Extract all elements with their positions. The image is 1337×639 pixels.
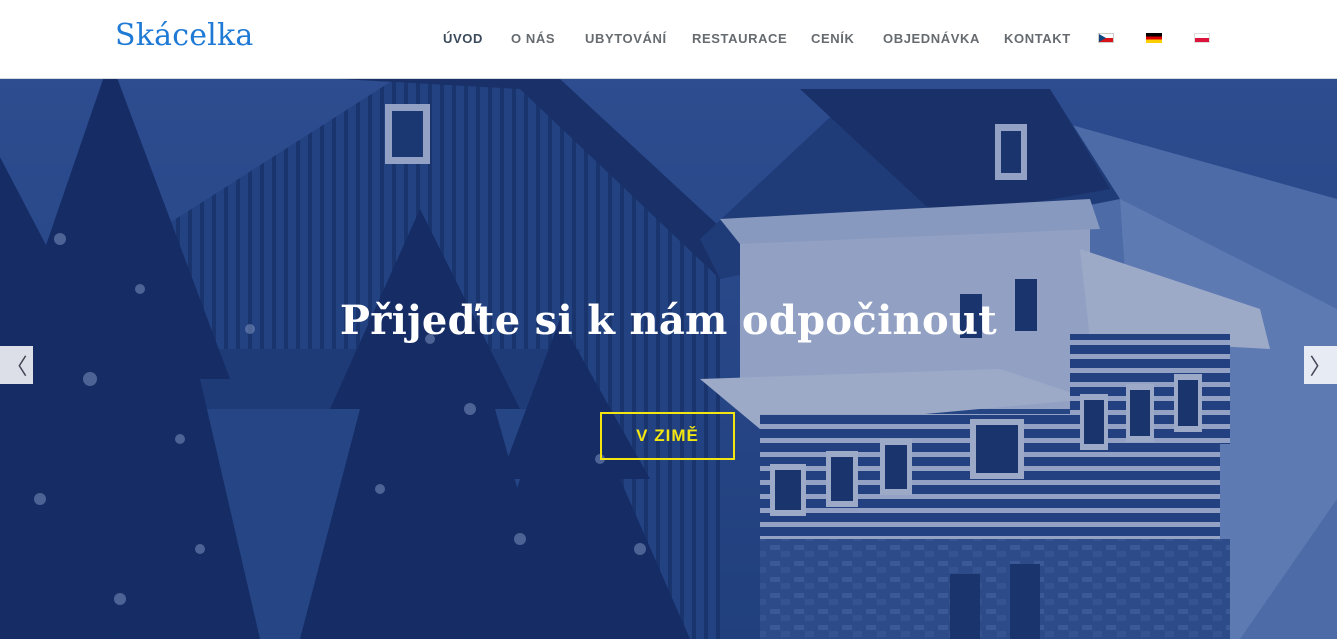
site-header: Skácelka ÚVOD O NÁS UBYTOVÁNÍ RESTAURACE… <box>0 0 1337 79</box>
slider-prev-button[interactable]: 〈 <box>0 346 33 384</box>
hero-overlay <box>0 79 1337 639</box>
german-flag-icon[interactable] <box>1146 33 1162 43</box>
nav-item-o-nas[interactable]: O NÁS <box>511 31 555 46</box>
czech-flag-icon[interactable] <box>1098 33 1114 43</box>
nav-item-restaurace[interactable]: RESTAURACE <box>692 31 787 46</box>
winter-button[interactable]: V ZIMĚ <box>600 412 735 460</box>
nav-item-cenik[interactable]: CENÍK <box>811 31 854 46</box>
polish-flag-icon[interactable] <box>1194 33 1210 43</box>
site-logo[interactable]: Skácelka <box>115 18 253 53</box>
nav-item-ubytovani[interactable]: UBYTOVÁNÍ <box>585 31 667 46</box>
hero-title: Přijeďte si k nám odpočinout <box>339 297 998 344</box>
chevron-right-icon: 〉 <box>1309 355 1332 380</box>
nav-item-uvod[interactable]: ÚVOD <box>443 31 483 46</box>
hero-slider: Přijeďte si k nám odpočinout V ZIMĚ 〈 〉 <box>0 79 1337 639</box>
nav-item-objednavka[interactable]: OBJEDNÁVKA <box>883 31 980 46</box>
slider-next-button[interactable]: 〉 <box>1304 346 1337 384</box>
nav-item-kontakt[interactable]: KONTAKT <box>1004 31 1071 46</box>
chevron-left-icon: 〈 <box>5 355 28 380</box>
